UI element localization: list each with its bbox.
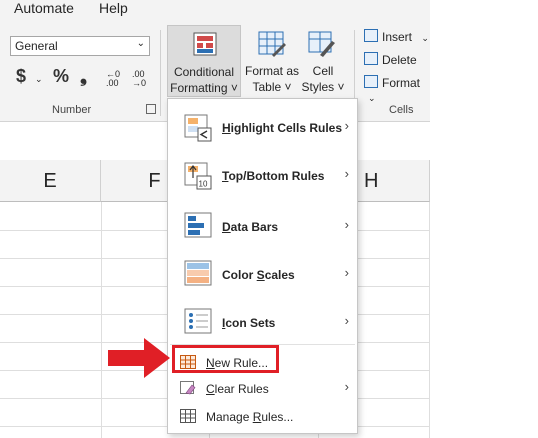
decrease-decimal-button[interactable]: .00 →0 — [132, 70, 156, 88]
format-as-table-label: Format as — [244, 64, 299, 78]
insert-icon — [364, 29, 378, 42]
conditional-formatting-label-2: Formatting ˅ — [170, 81, 238, 95]
tab-automate[interactable]: Automate — [14, 0, 74, 16]
delete-icon — [364, 52, 378, 65]
chevron-down-icon: ⌄ — [136, 38, 145, 49]
number-group-label: Number — [52, 104, 92, 116]
format-as-table-label-2: Table ˅ — [252, 80, 292, 94]
percent-format-button[interactable]: % — [53, 66, 69, 87]
menu-item-highlight-cells-rules[interactable]: Highlight Cells Rules › — [168, 111, 357, 147]
comma-style-button[interactable]: ❟ — [80, 66, 87, 87]
grid-line — [101, 202, 102, 438]
increase-decimal-button[interactable]: ←0 .00 — [106, 70, 130, 88]
group-divider — [160, 30, 161, 116]
delete-label: Delete — [382, 53, 417, 67]
insert-label: Insert — [382, 30, 413, 44]
menu-item-color-scales[interactable]: Color Scales › — [168, 257, 357, 293]
chevron-down-icon: ⌄ — [421, 33, 429, 43]
cell-styles-label: Cell — [312, 64, 334, 78]
top-bottom-rules-icon: 10 — [184, 162, 212, 190]
grid-line — [429, 202, 430, 438]
eraser-icon — [180, 381, 196, 395]
menu-item-label: Color Scales — [222, 268, 295, 282]
highlight-cells-rules-icon — [184, 114, 212, 142]
menu-item-label: Clear Rules — [206, 382, 269, 396]
chevron-right-icon: › — [344, 313, 349, 328]
red-arrow-annotation — [108, 338, 170, 378]
column-header-e[interactable]: E — [0, 160, 101, 202]
chevron-down-icon: ⌄ — [368, 93, 376, 103]
format-icon — [364, 75, 378, 88]
chevron-right-icon: › — [344, 265, 349, 280]
menu-item-label: Manage Rules... — [206, 410, 294, 424]
insert-cells-button[interactable]: Insert ⌄ — [364, 29, 429, 44]
color-scales-icon — [184, 260, 212, 286]
chevron-right-icon: › — [344, 166, 349, 181]
number-format-select[interactable]: General ⌄ — [10, 36, 150, 56]
top-bottom-icon-text: 10 — [199, 180, 208, 189]
tab-help[interactable]: Help — [99, 0, 128, 16]
conditional-formatting-button[interactable]: Conditional Formatting ˅ — [167, 25, 241, 97]
chevron-down-icon[interactable]: ⌄ — [35, 74, 43, 85]
manage-rules-icon — [180, 409, 196, 423]
menu-item-icon-sets[interactable]: Icon Sets › — [168, 305, 357, 341]
format-as-table-button[interactable]: Format as Table ˅ — [244, 25, 300, 97]
icon-sets-icon — [184, 308, 212, 334]
chevron-right-icon: › — [344, 379, 349, 394]
chevron-right-icon: › — [344, 217, 349, 232]
menu-item-label: Highlight Cells Rules — [222, 121, 343, 135]
menu-item-manage-rules[interactable]: Manage Rules... — [168, 405, 357, 429]
cells-group-label: Cells — [389, 104, 414, 116]
menu-item-clear-rules[interactable]: Clear Rules › — [168, 377, 357, 401]
cell-styles-icon — [308, 31, 335, 57]
cell-styles-label-2: Styles ˅ — [301, 80, 345, 94]
number-format-value: General — [15, 39, 58, 53]
menu-item-label: Icon Sets — [222, 316, 276, 330]
menu-item-data-bars[interactable]: Data Bars › — [168, 209, 357, 245]
menu-item-label: Top/Bottom Rules — [222, 169, 325, 183]
conditional-formatting-label: Conditional — [173, 65, 235, 79]
conditional-formatting-icon — [193, 32, 217, 56]
format-cells-button[interactable]: Format ⌄ — [364, 75, 430, 104]
dialog-launcher-icon[interactable] — [146, 104, 156, 114]
highlight-box-annotation — [172, 345, 279, 373]
currency-format-button[interactable]: $ — [16, 66, 26, 87]
format-as-table-icon — [258, 31, 286, 57]
cell-styles-button[interactable]: Cell Styles ˅ — [300, 25, 346, 97]
chevron-right-icon: › — [344, 118, 349, 133]
data-bars-icon — [184, 212, 212, 238]
menu-item-label: Data Bars — [222, 220, 279, 234]
conditional-formatting-menu: Highlight Cells Rules › 10 Top/Bottom Ru… — [167, 98, 358, 434]
format-label: Format — [382, 76, 421, 90]
menu-item-top-bottom-rules[interactable]: 10 Top/Bottom Rules › — [168, 159, 357, 195]
